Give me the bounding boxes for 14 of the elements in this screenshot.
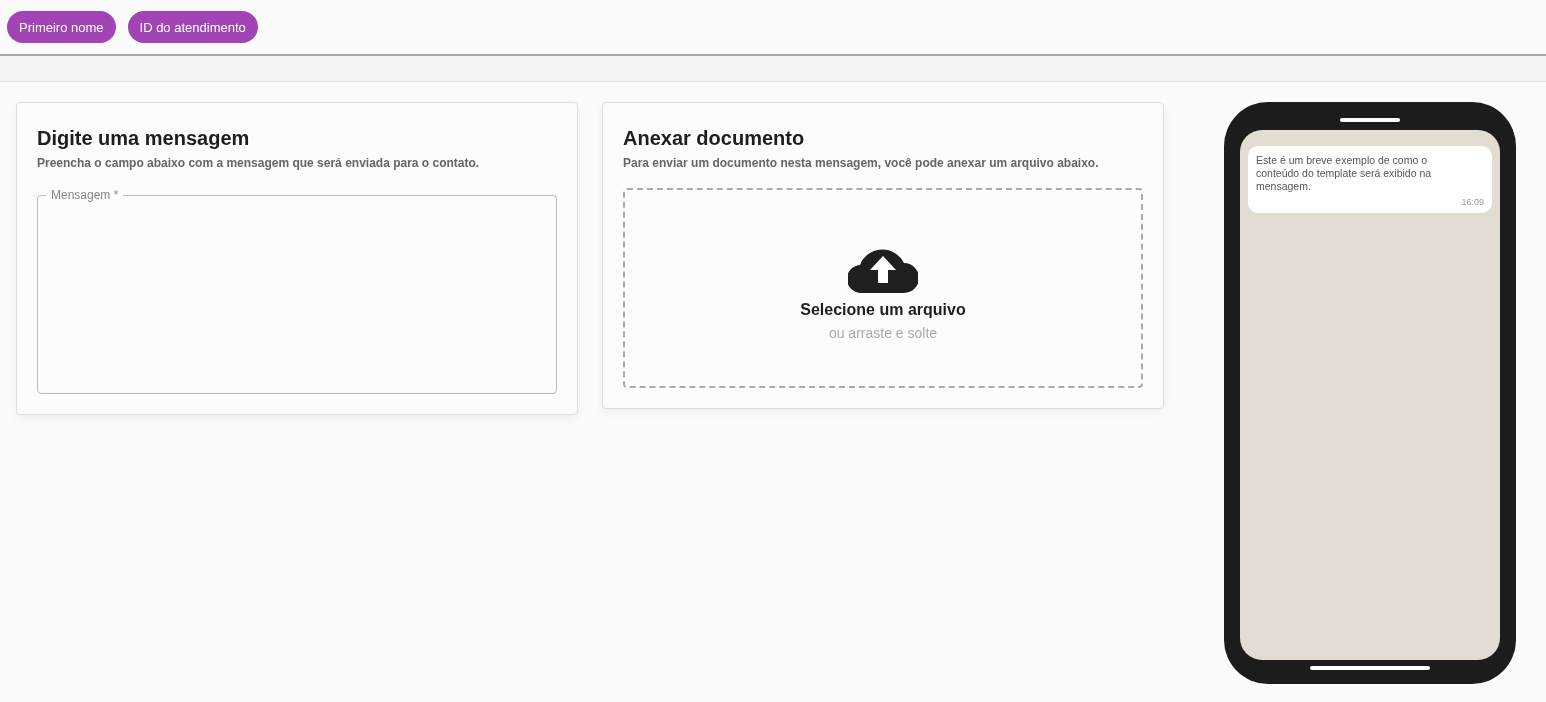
file-dropzone[interactable]: Selecione um arquivo ou arraste e solte bbox=[623, 188, 1143, 388]
dropzone-title: Selecione um arquivo bbox=[800, 301, 966, 319]
dropzone-subtitle: ou arraste e solte bbox=[828, 325, 938, 341]
card-title: Digite uma mensagem bbox=[37, 127, 251, 150]
field-label: Mensagem * bbox=[50, 188, 120, 202]
message-text: Este é um breve exemplo de como o conteúdo do template será exibido na mensagem. bbox=[1256, 154, 1433, 193]
card-title: Anexar documento bbox=[623, 127, 806, 150]
variable-chip[interactable]: ID do atendimento bbox=[127, 11, 258, 43]
message-field[interactable]: Mensagem * bbox=[37, 188, 557, 394]
card-description: Para enviar um documento nesta mensagem, você pode anexar um arquivo abaixo. bbox=[623, 156, 1100, 170]
card-description: Preencha o campo abaixo com a mensagem que será enviada para o contato. bbox=[37, 156, 481, 170]
speaker-bar bbox=[1340, 118, 1400, 122]
variable-chip[interactable]: Primeiro nome bbox=[7, 11, 116, 43]
message-time: 16:09 bbox=[1461, 197, 1484, 207]
